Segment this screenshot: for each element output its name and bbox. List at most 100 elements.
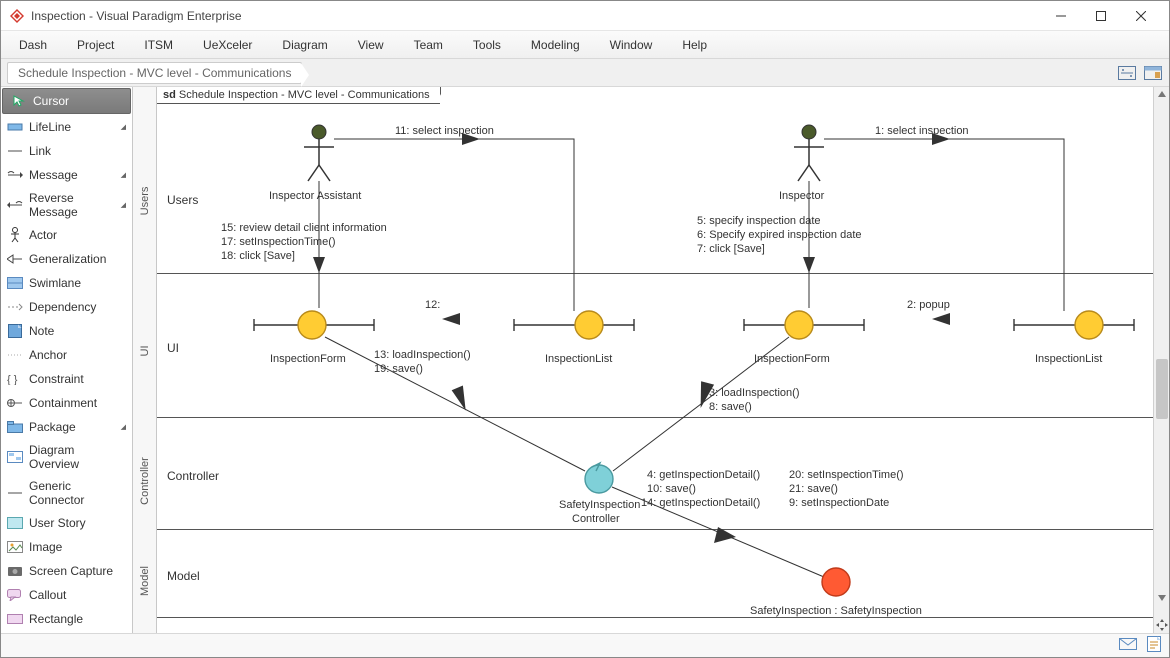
tool-generalization[interactable]: Generalization	[1, 247, 132, 271]
maximize-button[interactable]	[1081, 3, 1121, 29]
tool-label: Message	[29, 168, 78, 182]
package-icon	[7, 419, 23, 435]
tool-screen-capture[interactable]: Screen Capture	[1, 559, 132, 583]
tool-actor[interactable]: Actor	[1, 223, 132, 247]
swimlane-margin: Users UI Controller Model	[133, 87, 157, 633]
menu-project[interactable]: Project	[71, 34, 120, 56]
breadcrumb-bar: Schedule Inspection - MVC level - Commun…	[1, 59, 1169, 87]
tool-diagram-overview[interactable]: Diagram Overview	[1, 439, 132, 475]
msg-2: 2: popup	[907, 299, 950, 311]
anchor-icon	[7, 347, 23, 363]
tool-label: LifeLine	[29, 120, 71, 134]
cursor-tool[interactable]: Cursor	[2, 88, 131, 114]
pan-icon[interactable]	[1156, 619, 1168, 631]
tool-label: Image	[29, 540, 62, 554]
menubar: Dash Project ITSM UeXceler Diagram View …	[1, 31, 1169, 59]
menu-uexceler[interactable]: UeXceler	[197, 34, 258, 56]
tool-label: Dependency	[29, 300, 96, 314]
lifeline-inspectionlist-left	[514, 311, 634, 339]
layout-icon[interactable]	[1117, 64, 1137, 82]
tool-swimlane[interactable]: Swimlane	[1, 271, 132, 295]
scroll-thumb[interactable]	[1156, 359, 1168, 419]
tool-label: Note	[29, 324, 54, 338]
tool-palette: Cursor LifeLine Link Message Reverse Messag…	[1, 87, 133, 633]
msg-15: 15: review detail client information	[221, 222, 387, 234]
tool-label: Actor	[29, 228, 57, 242]
swimlane-icon	[7, 275, 23, 291]
msg-13: 13: loadInspection()	[374, 349, 471, 361]
note-icon[interactable]	[1147, 636, 1161, 655]
lifeline-inspectionlist-right	[1014, 311, 1134, 339]
lane-divider	[157, 417, 1153, 418]
tool-containment[interactable]: Containment	[1, 391, 132, 415]
vertical-scrollbar[interactable]	[1153, 87, 1169, 633]
msg-3: 3: loadInspection()	[709, 387, 800, 399]
diagram-canvas[interactable]: sd Schedule Inspection - MVC level - Com…	[157, 87, 1169, 633]
panel-icon[interactable]	[1143, 64, 1163, 82]
menu-diagram[interactable]: Diagram	[276, 34, 333, 56]
menu-modeling[interactable]: Modeling	[525, 34, 586, 56]
msg-8: 8: save()	[709, 401, 752, 413]
tool-message[interactable]: Message	[1, 163, 132, 187]
tool-dependency[interactable]: Dependency	[1, 295, 132, 319]
tool-rectangle[interactable]: Rectangle	[1, 607, 132, 631]
tool-image[interactable]: Image	[1, 535, 132, 559]
tool-user-story[interactable]: User Story	[1, 511, 132, 535]
tool-label: Callout	[29, 588, 66, 602]
margin-users: Users	[139, 187, 151, 216]
lane-divider	[157, 529, 1153, 530]
menu-itsm[interactable]: ITSM	[138, 34, 179, 56]
app-window: Inspection - Visual Paradigm Enterprise …	[0, 0, 1170, 658]
msg-14: 14: getInspectionDetail()	[641, 497, 760, 509]
msg-17: 17: setInspectionTime()	[221, 236, 336, 248]
generic-connector-icon	[7, 485, 23, 501]
tool-note[interactable]: Note	[1, 319, 132, 343]
tool-lifeline[interactable]: LifeLine	[1, 115, 132, 139]
lifeline-inspectionform-right	[744, 311, 864, 339]
tool-label: Rectangle	[29, 612, 83, 626]
tool-label: Constraint	[29, 372, 84, 386]
tool-package[interactable]: Package	[1, 415, 132, 439]
margin-controller: Controller	[139, 457, 151, 505]
controller-sub: Controller	[572, 513, 620, 525]
tool-anchor[interactable]: Anchor	[1, 343, 132, 367]
tool-callout[interactable]: Callout	[1, 583, 132, 607]
containment-icon	[7, 395, 23, 411]
msg-5: 5: specify inspection date	[697, 215, 821, 227]
tool-label: Link	[29, 144, 51, 158]
lifeline-icon	[7, 119, 23, 135]
constraint-icon: { }	[7, 371, 23, 387]
reverse-message-icon	[7, 197, 23, 213]
tool-link[interactable]: Link	[1, 139, 132, 163]
msg-18: 18: click [Save]	[221, 250, 295, 262]
breadcrumb[interactable]: Schedule Inspection - MVC level - Commun…	[7, 62, 302, 84]
menu-help[interactable]: Help	[676, 34, 713, 56]
menu-view[interactable]: View	[352, 34, 390, 56]
lifeline-inspectionform-left	[254, 311, 374, 339]
scroll-down-icon[interactable]	[1157, 593, 1167, 603]
actor-inspector	[794, 125, 824, 181]
lane-controller-label: Controller	[167, 469, 219, 483]
actor-icon	[7, 227, 23, 243]
minimize-button[interactable]	[1041, 3, 1081, 29]
menu-dash[interactable]: Dash	[13, 34, 53, 56]
scroll-up-icon[interactable]	[1157, 89, 1167, 99]
generalization-icon	[7, 251, 23, 267]
dependency-icon	[7, 299, 23, 315]
tool-constraint[interactable]: { } Constraint	[1, 367, 132, 391]
menu-tools[interactable]: Tools	[467, 34, 507, 56]
tool-label: Reverse Message	[29, 191, 115, 219]
msg-4: 4: getInspectionDetail()	[647, 469, 760, 481]
msg-10: 10: save()	[647, 483, 696, 495]
mail-icon[interactable]	[1119, 638, 1137, 653]
menu-team[interactable]: Team	[408, 34, 449, 56]
tool-reverse-message[interactable]: Reverse Message	[1, 187, 132, 223]
tool-label: Anchor	[29, 348, 67, 362]
cursor-label: Cursor	[33, 94, 69, 108]
menu-window[interactable]: Window	[604, 34, 659, 56]
close-button[interactable]	[1121, 3, 1161, 29]
statusbar	[1, 633, 1169, 657]
palette-list-2: PackageDiagram OverviewGeneric Connector…	[1, 415, 132, 631]
tool-generic-connector[interactable]: Generic Connector	[1, 475, 132, 511]
tool-label: User Story	[29, 516, 86, 530]
